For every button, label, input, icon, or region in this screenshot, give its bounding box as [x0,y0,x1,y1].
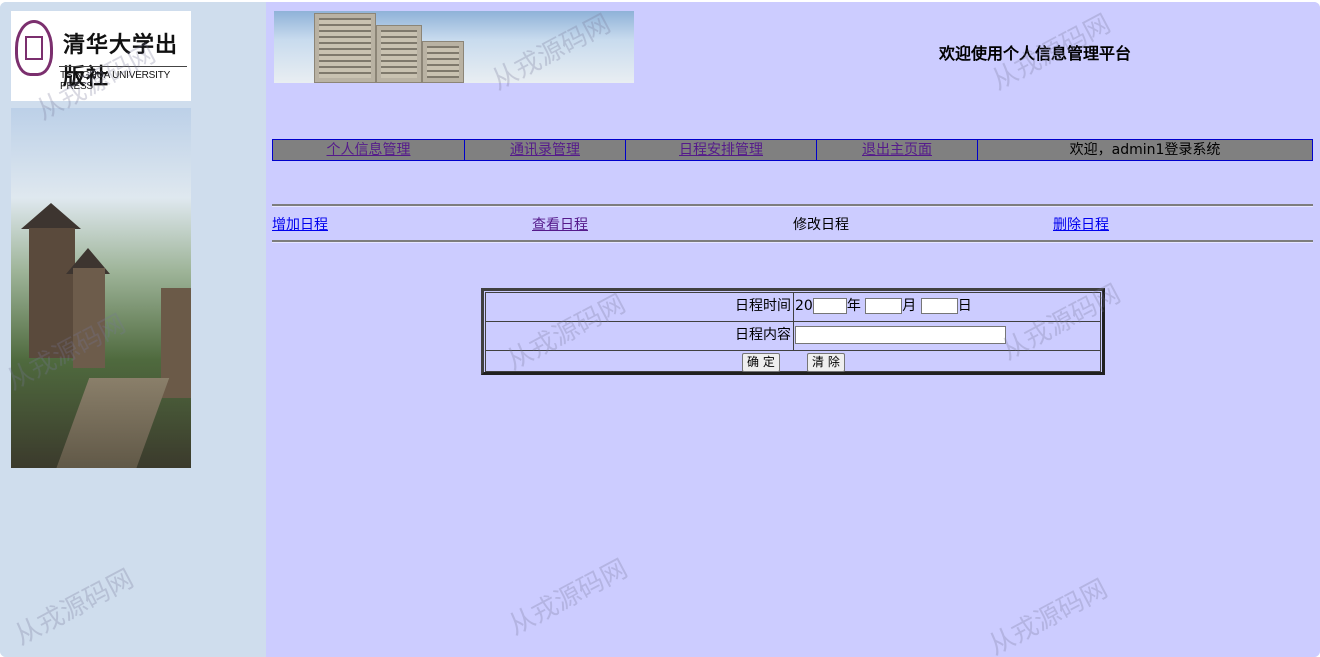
time-inputs: 20 年 月 日 [795,293,1100,321]
page-frame: 清华大学出版社 TSINGHUA UNIVERSITY PRESS 欢迎使用个人… [0,2,1320,657]
banner-building [376,25,422,83]
content-label: 日程内容 [486,322,794,350]
logo-divider [59,66,187,67]
year-input[interactable] [812,298,847,314]
main-nav: 个人信息管理 通讯录管理 日程安排管理 退出主页面 欢迎，admin1登录系统 [272,139,1313,161]
nav-exit[interactable]: 退出主页面 [862,142,932,158]
schedule-form: 日程时间 20 年 月 日 日程内容 确 定 清 除 [481,288,1105,375]
nav-personal-info[interactable]: 个人信息管理 [327,142,411,158]
time-label: 日程时间 [486,293,794,321]
nav-cell: 个人信息管理 [273,140,465,160]
divider [272,204,1313,207]
subnav-view-schedule[interactable]: 查看日程 [532,214,588,234]
publisher-logo: 清华大学出版社 TSINGHUA UNIVERSITY PRESS [11,11,191,101]
month-input[interactable] [865,298,903,314]
subnav-add-schedule[interactable]: 增加日程 [272,214,328,234]
content-cell [795,322,1100,350]
nav-user-greeting: 欢迎，admin1登录系统 [1069,142,1221,158]
form-row-content: 日程内容 [485,321,1101,351]
village-photo [11,108,191,468]
nav-cell: 日程安排管理 [626,140,817,160]
content-input[interactable] [795,326,1006,344]
page-title: 欢迎使用个人信息管理平台 [939,44,1132,63]
main-content: 欢迎使用个人信息管理平台 个人信息管理 通讯录管理 日程安排管理 退出主页面 欢… [266,2,1320,657]
nav-cell: 通讯录管理 [465,140,626,160]
banner-building [422,41,464,83]
subnav-edit-schedule: 修改日程 [793,217,849,233]
day-input[interactable] [920,298,958,314]
divider [272,240,1313,243]
campus-banner [274,11,634,83]
clear-button[interactable]: 清 除 [807,353,845,372]
year-suffix: 年 [846,298,861,314]
nav-schedule[interactable]: 日程安排管理 [679,142,763,158]
photo-roof [21,203,81,229]
form-row-time: 日程时间 20 年 月 日 [485,292,1101,322]
nav-cell: 退出主页面 [817,140,978,160]
nav-contacts[interactable]: 通讯录管理 [510,142,580,158]
year-prefix: 20 [795,298,813,314]
day-suffix: 日 [957,298,972,314]
sidebar: 清华大学出版社 TSINGHUA UNIVERSITY PRESS [0,2,266,657]
schedule-subnav: 增加日程 查看日程 修改日程 删除日程 [272,214,1313,234]
seal-icon [15,20,53,76]
photo-house [73,268,105,368]
month-suffix: 月 [902,298,917,314]
subnav-delete-schedule[interactable]: 删除日程 [1053,214,1109,234]
confirm-button[interactable]: 确 定 [742,353,780,372]
logo-english-name: TSINGHUA UNIVERSITY PRESS [60,70,170,92]
banner-building [314,13,376,83]
photo-path [52,378,170,468]
form-row-actions: 确 定 清 除 [485,350,1101,372]
